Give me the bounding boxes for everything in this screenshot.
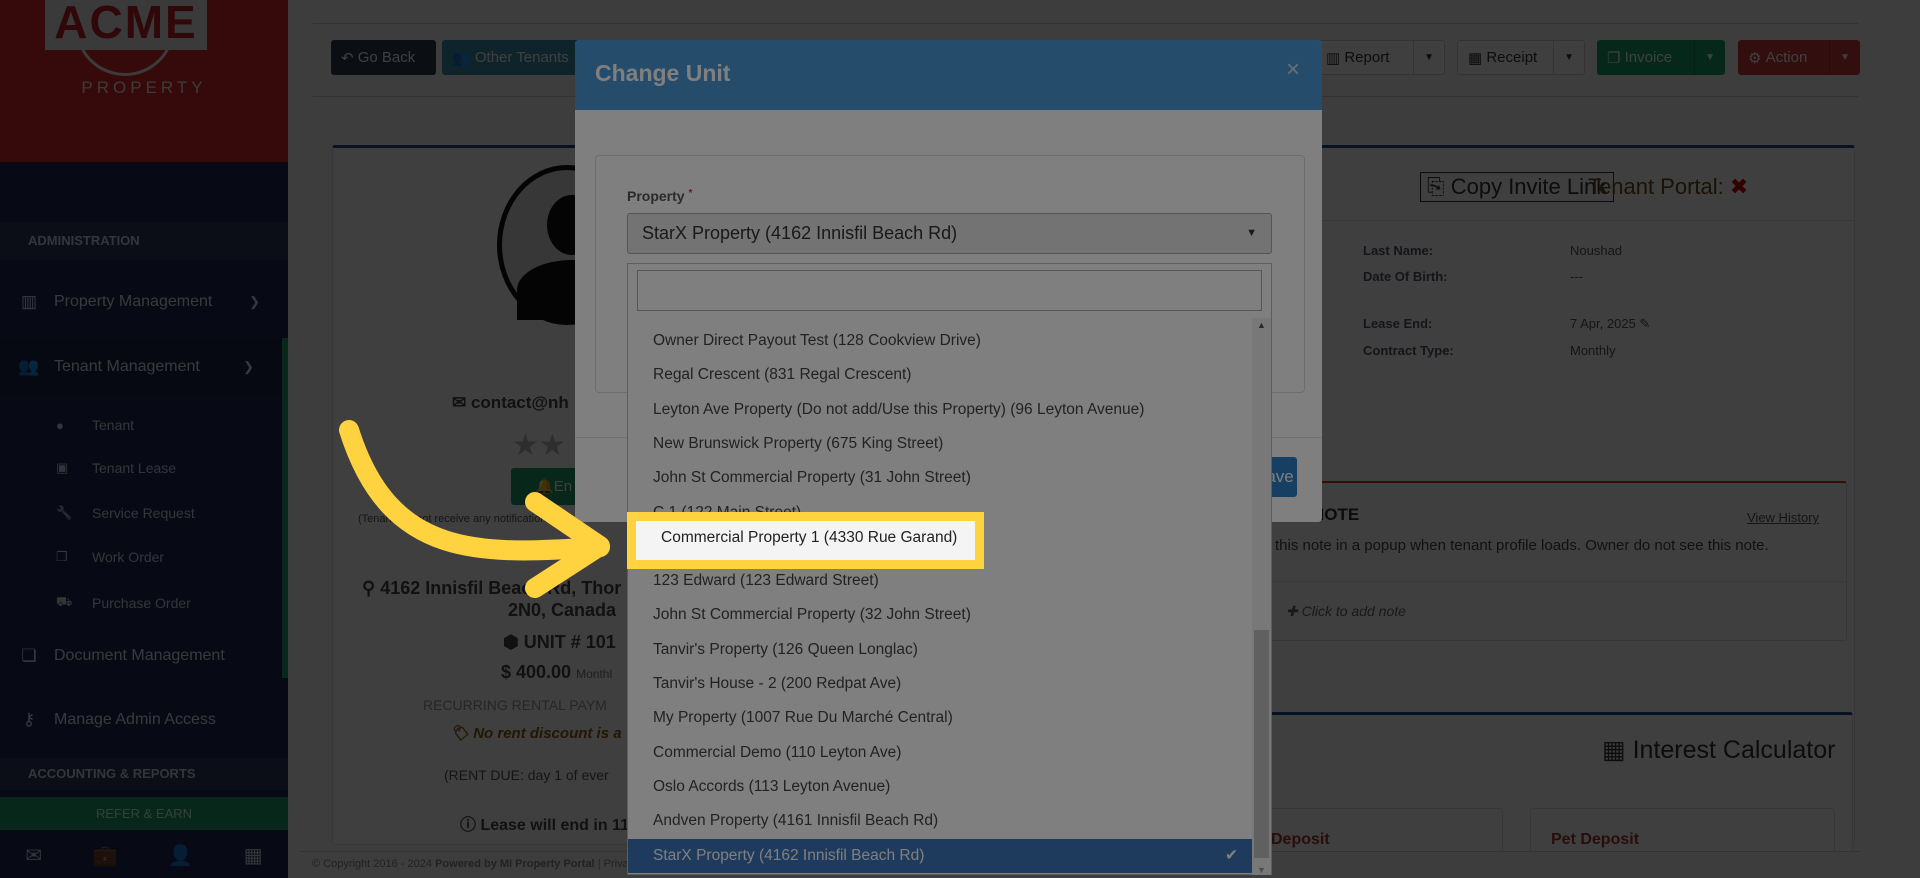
pointer-arrow-icon [339, 420, 610, 598]
